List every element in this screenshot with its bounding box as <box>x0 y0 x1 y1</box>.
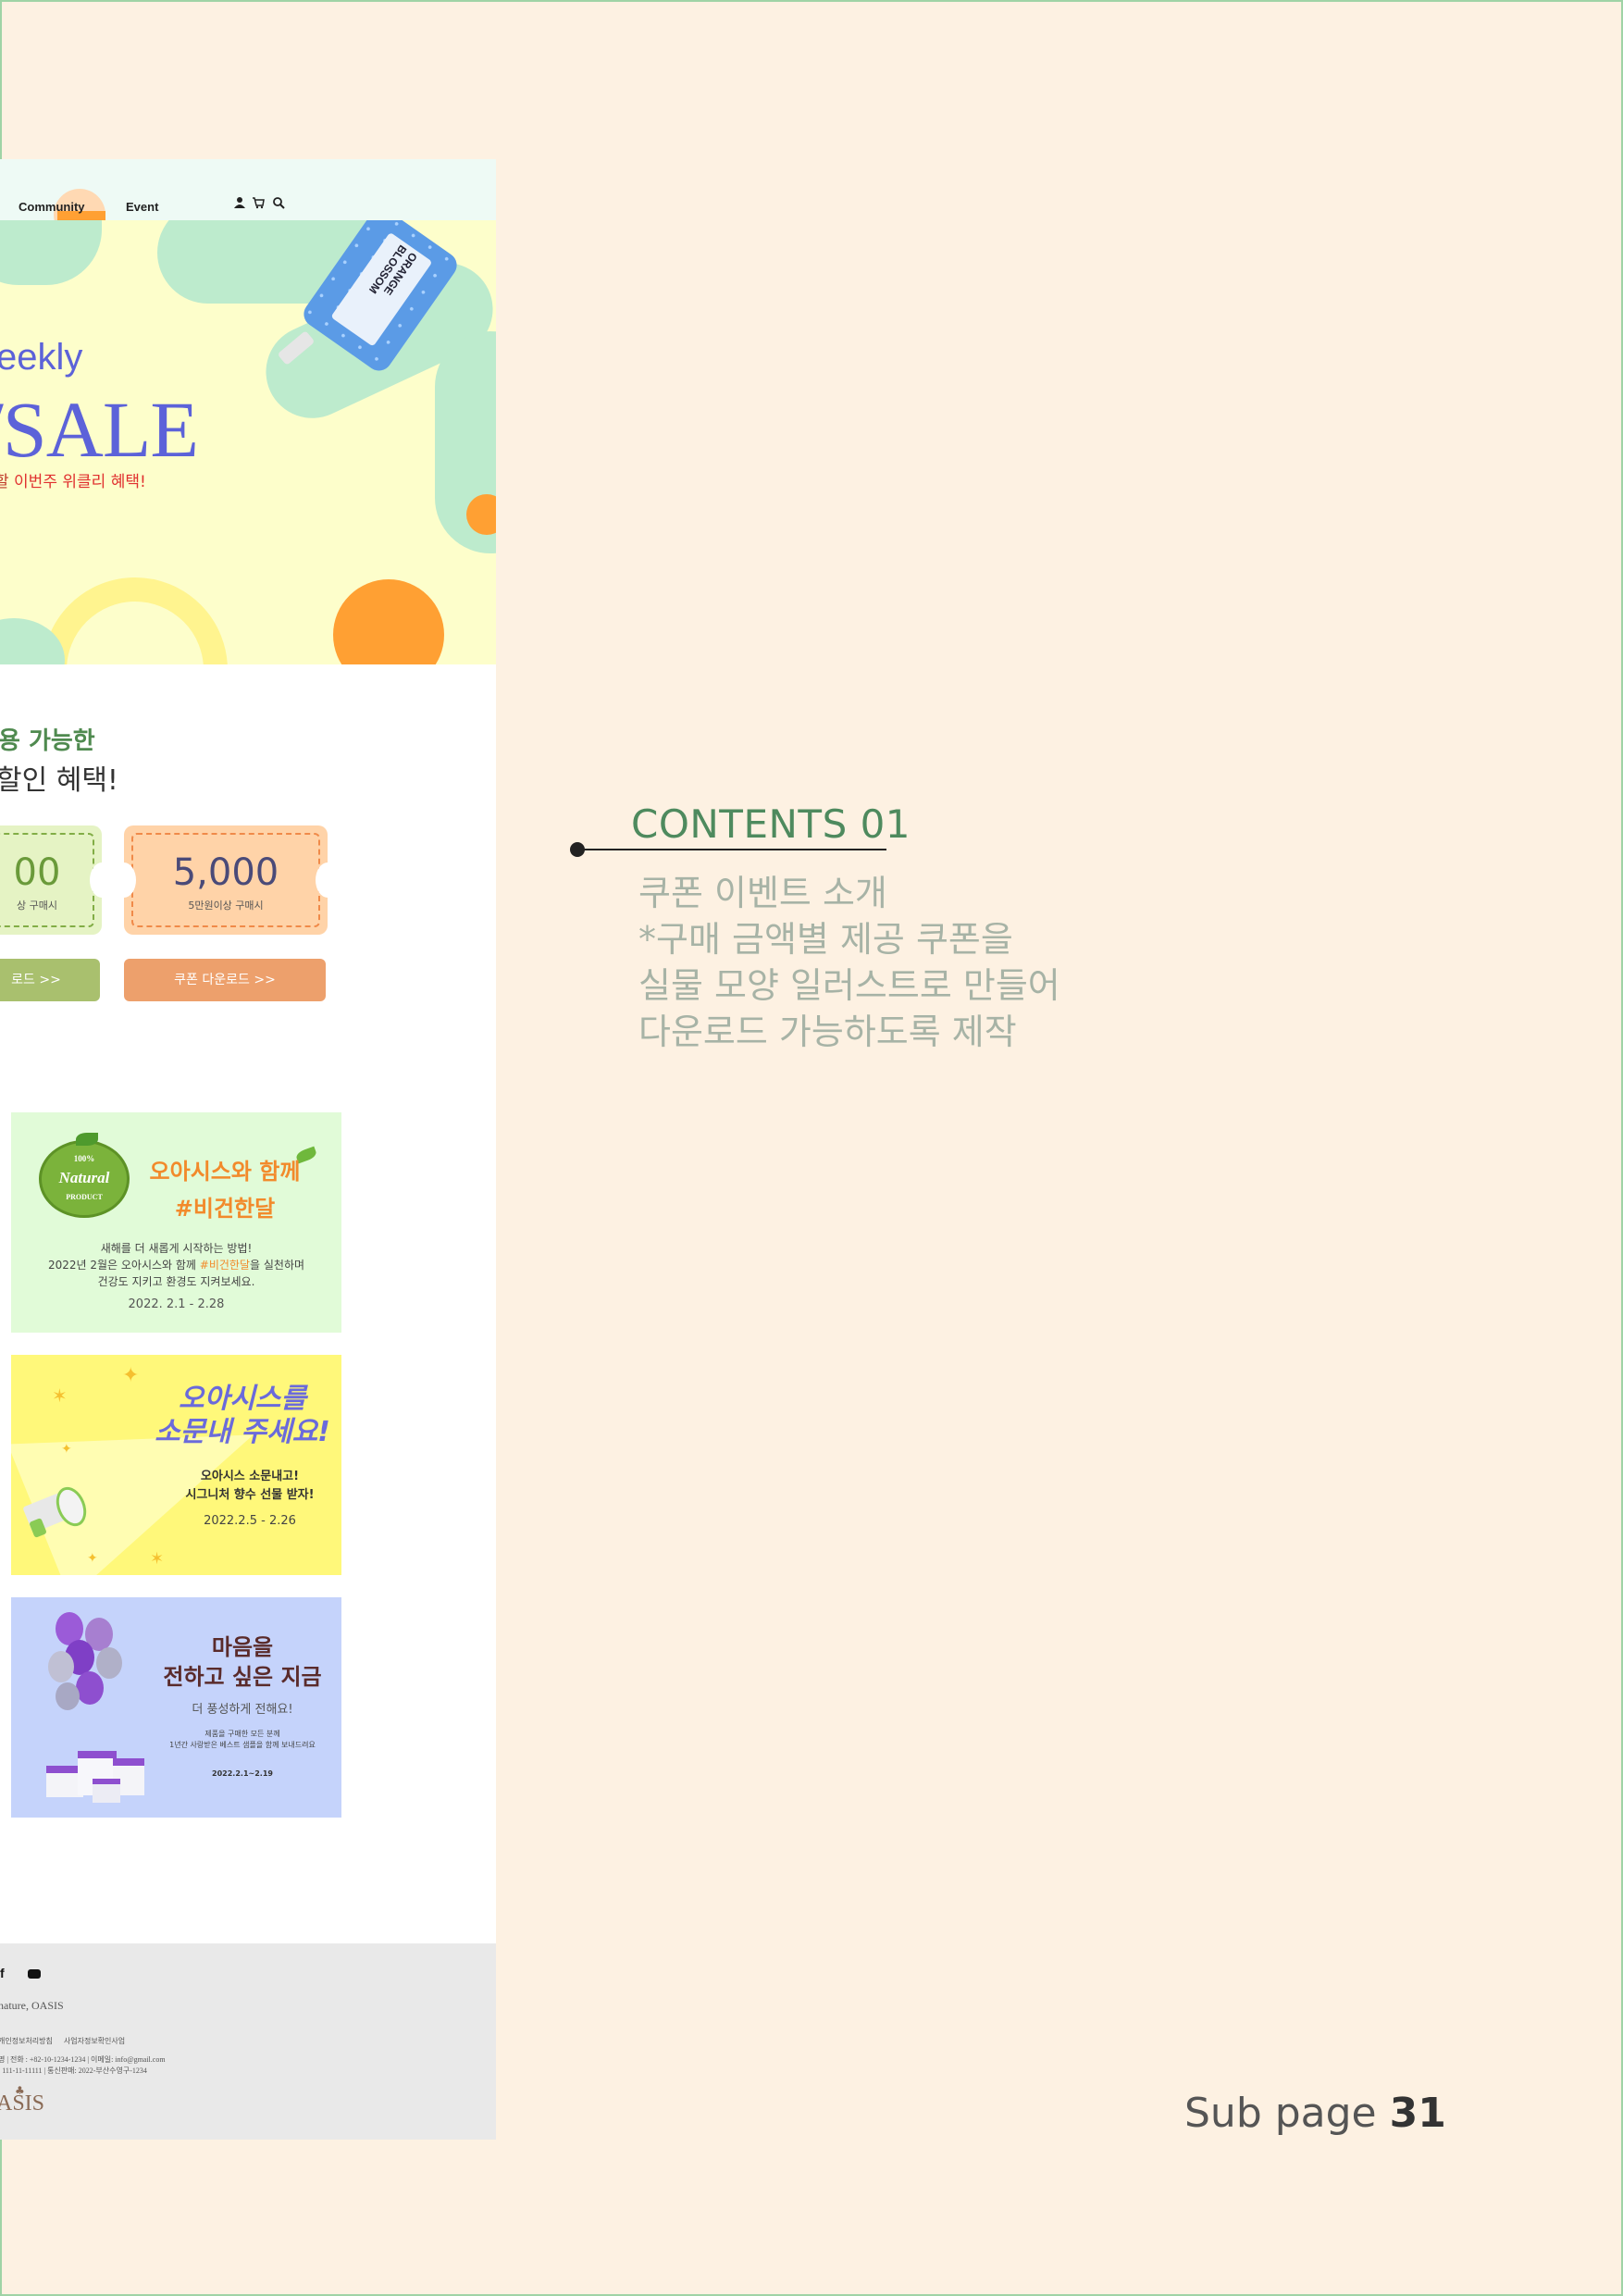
coupon-download-button-2[interactable]: 쿠폰 다운로드 >> <box>124 959 326 1001</box>
coupon-download-button-1[interactable]: 로드 >> <box>0 959 100 1001</box>
event3-date: 2022.2.1~2.19 <box>212 1769 273 1778</box>
event3-title2: 전하고 싶은 지금 <box>163 1664 322 1690</box>
event-banner-vegan-month[interactable]: 100% Natural PRODUCT 오아시스와 함께 #비건한달 새해를 … <box>11 1112 341 1333</box>
coupon-amount: 00 <box>13 851 61 894</box>
event2-line2: 시그니처 향수 선물 받자! <box>185 1488 315 1502</box>
footer-brand: nature, OASIS <box>0 1999 64 2012</box>
sub-page-label: Sub page 31 <box>1184 2090 1446 2137</box>
nav-community[interactable]: Community <box>19 200 85 214</box>
event1-line1: 새해를 더 새롭게 시작하는 방법! <box>100 1242 253 1255</box>
cart-icon[interactable] <box>252 196 265 209</box>
sparkle-icon: ✶ <box>52 1384 68 1407</box>
hero-subtitle: 할 이번주 위클리 혜택! <box>0 473 146 491</box>
event3-title1: 마음을 <box>211 1634 274 1660</box>
event2-date: 2022.2.5 - 2.26 <box>204 1514 296 1528</box>
sparkle-icon: ✶ <box>150 1549 165 1569</box>
coupon-note: 상 구매시 <box>17 900 57 912</box>
site-header: Community Event <box>0 159 496 244</box>
search-icon[interactable] <box>272 196 285 209</box>
event1-date: 2022. 2.1 - 2.28 <box>128 1297 225 1311</box>
footer-info-1: 명 | 전화 : +82-10-1234-1234 | 이메일: info@gm… <box>0 2055 166 2064</box>
event3-line1: 더 풍성하게 전해요! <box>192 1703 293 1717</box>
site-footer: f nature, OASIS 개인정보처리방침 사업자정보확인사업 명 | 전… <box>0 1943 496 2140</box>
event2-line1: 오아시스 소문내고! <box>200 1470 300 1483</box>
nav-event[interactable]: Event <box>126 200 158 214</box>
contents-title: CONTENTS 01 <box>631 801 911 847</box>
youtube-icon[interactable] <box>28 1969 41 1979</box>
coupon-heading-line2: 할인 혜택! <box>0 764 118 797</box>
event-banner-gift[interactable]: 마음을 전하고 싶은 지금 더 풍성하게 전해요! 제품을 구매한 모든 분께 … <box>11 1597 341 1818</box>
coupon-amount: 5,000 <box>172 851 279 894</box>
event1-line2: 2022년 2월은 오아시스와 함께 #비건한달을 실천하며 <box>47 1259 305 1272</box>
event2-title2: 소문내 주세요! <box>155 1416 330 1448</box>
sparkle-icon: ✦ <box>87 1551 98 1566</box>
facebook-icon[interactable]: f <box>0 1966 5 1980</box>
event-banner-share-oasis[interactable]: ✶ ✦ ✦ ✶ ✦ 오아시스를 소문내 주세요! 오아시스 소문내고! 시그니처… <box>11 1355 341 1575</box>
user-icon[interactable] <box>233 196 246 209</box>
weekly-sale-banner[interactable]: ORANGE BLOSSOM eekly /SALE 할 이번주 위클리 혜택! <box>0 220 496 664</box>
hero-weekly-text: eekly <box>0 337 83 378</box>
event1-title1: 오아시스와 함께 <box>149 1159 301 1185</box>
sparkle-icon: ✦ <box>61 1442 72 1457</box>
sparkle-icon: ✦ <box>122 1364 140 1387</box>
footer-links[interactable]: 개인정보처리방침 사업자정보확인사업 <box>0 2036 125 2046</box>
megaphone-icon <box>17 1482 93 1538</box>
event1-title2: #비건한달 <box>174 1196 276 1222</box>
natural-product-badge: 100% Natural PRODUCT <box>39 1140 130 1218</box>
coupon-card-green: 00 상 구매시 <box>0 825 114 935</box>
hero-sale-text: /SALE <box>0 385 199 474</box>
footer-info-2: : 111-11-11111 | 통신판매: 2022-부산수영구-1234 <box>0 2066 147 2075</box>
palm-icon: ♣ <box>15 2084 25 2097</box>
coupon-heading-line1: 용 가능한 <box>0 727 95 755</box>
event1-line3: 건강도 지키고 환경도 지켜보세요. <box>97 1275 255 1288</box>
website-mockup: Community Event ORANGE BLOSSOM eekly /SA… <box>0 159 496 2140</box>
coupon-note: 5만원이상 구매시 <box>188 900 264 912</box>
sub-page-number: 31 <box>1389 2090 1446 2137</box>
event3-line3: 1년간 사랑받은 베스트 샘플을 함께 보내드려요 <box>169 1741 316 1749</box>
event3-line2: 제품을 구매한 모든 분께 <box>204 1730 280 1738</box>
contents-description: 쿠폰 이벤트 소개 *구매 금액별 제공 쿠폰을 실물 모양 일러스트로 만들어… <box>638 873 1060 1052</box>
annotation-line <box>577 849 886 850</box>
coupon-card-orange: 5,000 5만원이상 구매시 <box>112 825 340 935</box>
leaf-icon <box>76 1133 98 1146</box>
